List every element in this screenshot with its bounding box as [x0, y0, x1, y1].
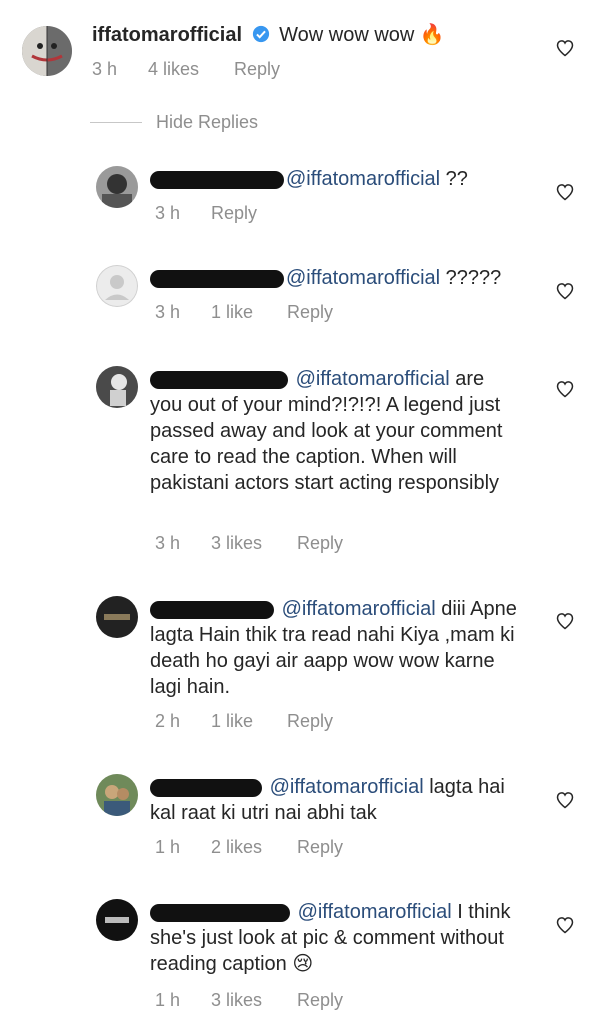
avatar[interactable] [96, 265, 138, 307]
comment-text: Wow wow wow 🔥 [279, 24, 445, 46]
verified-badge-icon [252, 25, 269, 43]
reply-likes[interactable]: 1 like [211, 302, 287, 323]
reply-button[interactable]: Reply [287, 302, 333, 323]
redacted-username [150, 170, 284, 189]
avatar[interactable] [96, 366, 138, 408]
redacted-username [150, 903, 290, 922]
mention-link[interactable]: @iffatomarofficial [286, 168, 440, 190]
hide-replies-button[interactable]: Hide Replies [156, 112, 258, 133]
redacted-username [150, 269, 284, 288]
reply-time: 3 h [155, 302, 181, 322]
mention-link[interactable]: @iffatomarofficial [298, 901, 452, 923]
like-heart-icon[interactable] [555, 790, 575, 810]
avatar[interactable] [96, 166, 138, 208]
reply-button[interactable]: Reply [297, 533, 343, 554]
avatar[interactable] [96, 899, 138, 941]
like-heart-icon[interactable] [555, 611, 575, 631]
reply-button[interactable]: Reply [297, 990, 343, 1011]
avatar[interactable] [22, 26, 72, 76]
mention-link[interactable]: @iffatomarofficial [286, 267, 440, 289]
avatar[interactable] [96, 774, 138, 816]
like-heart-icon[interactable] [555, 38, 575, 58]
comment-username[interactable]: iffatomarofficial [92, 24, 242, 46]
redacted-username [150, 370, 288, 389]
comment-time: 3 h [92, 59, 118, 79]
comment-likes[interactable]: 4 likes [148, 59, 234, 80]
mention-link[interactable]: @iffatomarofficial [270, 776, 424, 798]
reply-button[interactable]: Reply [234, 59, 280, 80]
reply-likes[interactable]: 1 like [211, 711, 287, 732]
like-heart-icon[interactable] [555, 281, 575, 301]
mention-link[interactable]: @iffatomarofficial [282, 598, 436, 620]
hide-replies-row[interactable]: Hide Replies [90, 112, 258, 133]
reply-button[interactable]: Reply [287, 711, 333, 732]
like-heart-icon[interactable] [555, 182, 575, 202]
reply-likes[interactable]: 2 likes [211, 837, 297, 858]
reply-text: ????? [440, 267, 502, 289]
like-heart-icon[interactable] [555, 915, 575, 935]
reply-button[interactable]: Reply [297, 837, 343, 858]
like-heart-icon[interactable] [555, 379, 575, 399]
reply-time: 1 h [155, 837, 181, 857]
redacted-username [150, 600, 274, 619]
reply-time: 3 h [155, 203, 181, 223]
reply-likes[interactable]: 3 likes [211, 533, 297, 554]
reply-likes[interactable]: 3 likes [211, 990, 297, 1011]
avatar[interactable] [96, 596, 138, 638]
mention-link[interactable]: @iffatomarofficial [296, 368, 450, 390]
divider-line [90, 122, 142, 123]
reply-text: ?? [440, 168, 468, 190]
reply-time: 3 h [155, 533, 181, 553]
reply-time: 2 h [155, 711, 181, 731]
reply-button[interactable]: Reply [211, 203, 257, 224]
redacted-username [150, 778, 262, 797]
reply-time: 1 h [155, 990, 181, 1010]
